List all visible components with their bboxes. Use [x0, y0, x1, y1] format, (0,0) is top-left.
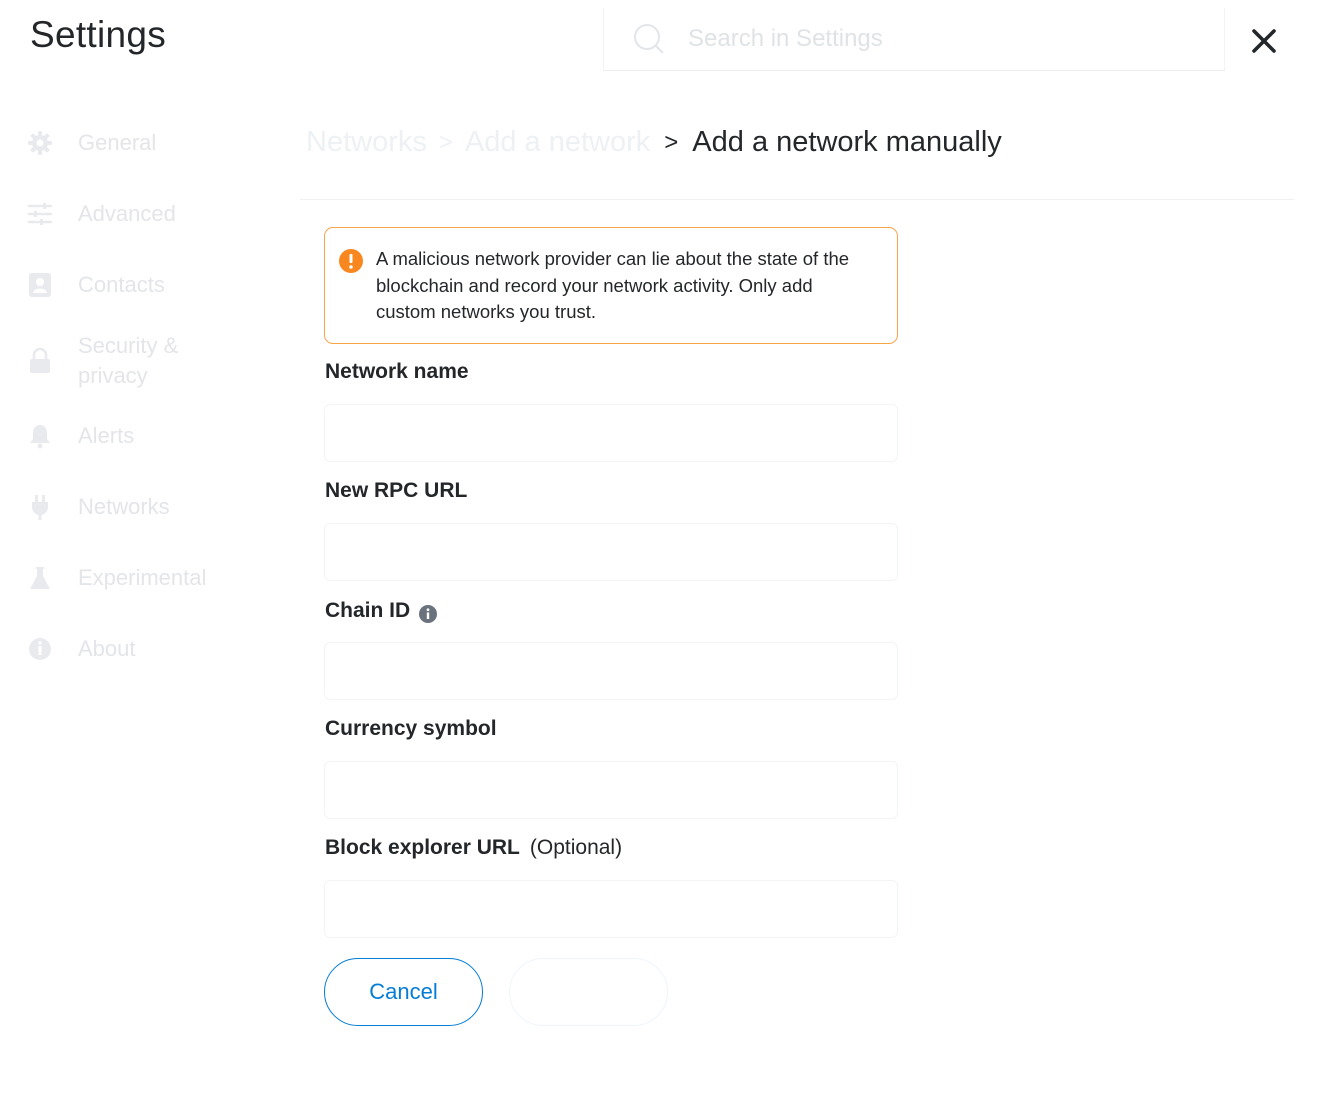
currency-symbol-label: Currency symbol [325, 717, 497, 740]
close-button[interactable] [1244, 22, 1284, 60]
bell-icon [30, 425, 50, 449]
sidebar-item-alerts[interactable]: Alerts [26, 421, 134, 451]
sidebar-item-label: Contacts [78, 272, 165, 297]
lock-icon [30, 347, 50, 373]
sidebar-item-experimental[interactable]: Experimental [26, 563, 206, 593]
save-button[interactable] [509, 958, 668, 1026]
warning-text: A malicious network provider can lie abo… [376, 248, 850, 322]
warning-banner: A malicious network provider can lie abo… [324, 227, 898, 344]
sidebar-item-label: Advanced [78, 201, 176, 226]
info-icon[interactable] [418, 604, 438, 624]
network-name-label: Network name [325, 360, 469, 383]
sidebar-item-label: Alerts [78, 423, 135, 448]
chain-id-field[interactable] [324, 642, 898, 700]
breadcrumb-add-network[interactable]: Add a network [465, 126, 650, 159]
sidebar-item-label: About [78, 636, 136, 661]
breadcrumb-separator: > [438, 128, 453, 156]
sidebar-item-security[interactable]: Security & privacy [26, 331, 198, 391]
chain-id-label: Chain ID [325, 599, 411, 622]
search-bar[interactable] [603, 8, 1225, 71]
breadcrumb: Networks > Add a network > Add a network… [306, 126, 1002, 159]
block-explorer-label: Block explorer URL [325, 836, 520, 859]
sidebar-item-label: Experimental [78, 565, 207, 590]
search-input[interactable] [686, 20, 1190, 58]
contact-book-icon [29, 273, 51, 297]
breadcrumb-separator: > [664, 128, 679, 156]
info-icon [29, 638, 51, 660]
chain-id-label-row: Chain ID [325, 598, 438, 624]
sidebar-item-about[interactable]: About [26, 634, 136, 664]
sidebar-item-advanced[interactable]: Advanced [26, 199, 176, 229]
info-circle-icon [339, 249, 363, 273]
sidebar-item-label: Security & privacy [78, 333, 179, 388]
sidebar-item-label: General [78, 130, 157, 155]
currency-symbol-field[interactable] [324, 761, 898, 819]
sidebar-item-networks[interactable]: Networks [26, 492, 170, 522]
flask-icon [30, 567, 50, 589]
rpc-url-field[interactable] [324, 523, 898, 581]
page-title: Settings [30, 14, 167, 55]
sidebar-item-label: Networks [78, 494, 170, 519]
gear-icon [28, 131, 52, 155]
header-divider [300, 199, 1294, 200]
block-explorer-field[interactable] [324, 880, 898, 938]
rpc-url-label: New RPC URL [325, 479, 468, 502]
block-explorer-label-row: Block explorer URL (Optional) [325, 836, 622, 860]
cancel-button[interactable]: Cancel [324, 958, 483, 1026]
breadcrumb-networks[interactable]: Networks [306, 126, 427, 159]
network-name-field[interactable] [324, 404, 898, 462]
sidebar-item-contacts[interactable]: Contacts [26, 270, 165, 300]
optional-tag: (Optional) [529, 836, 623, 859]
search-icon [634, 24, 664, 54]
breadcrumb-current: Add a network manually [692, 126, 1002, 158]
sliders-icon [27, 203, 53, 225]
close-icon [1252, 29, 1276, 53]
sidebar-item-general[interactable]: General [26, 128, 156, 158]
plug-icon [32, 495, 48, 520]
